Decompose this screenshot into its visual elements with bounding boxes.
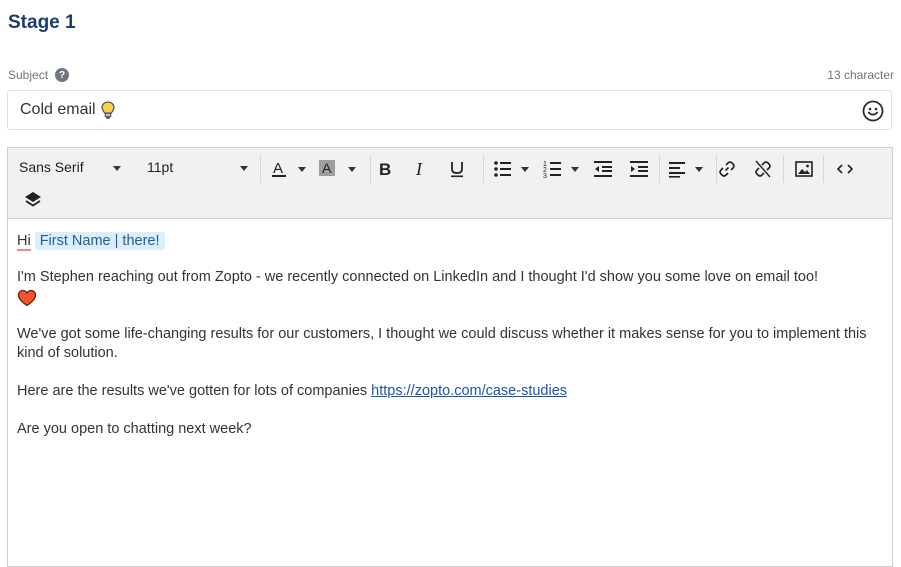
case-studies-text: Here are the results we've gotten for lo… [17, 383, 372, 399]
smiley-icon[interactable] [862, 100, 884, 122]
divider [370, 155, 371, 183]
heart-line [17, 289, 883, 308]
paragraph-case-studies: Here are the results we've gotten for lo… [17, 382, 883, 401]
font-family-select[interactable]: Sans Serif [19, 159, 129, 175]
bullet-list-button[interactable] [492, 159, 532, 179]
svg-text:3: 3 [543, 173, 547, 179]
link-button[interactable] [717, 159, 737, 179]
bullet-list-icon [494, 161, 529, 177]
paragraph-question: Are you open to chatting next week? [17, 421, 252, 437]
code-view-button[interactable] [835, 159, 855, 179]
underline-button[interactable] [447, 159, 467, 179]
unlink-icon [755, 160, 771, 178]
align-button[interactable] [668, 159, 708, 179]
chevron-down-icon [240, 166, 248, 171]
font-family-value: Sans Serif [19, 159, 84, 175]
bold-icon: B [379, 160, 391, 179]
svg-text:B: B [379, 160, 391, 179]
subject-input[interactable]: Cold email [7, 90, 892, 130]
svg-text:A: A [273, 160, 283, 177]
outdent-icon [594, 161, 612, 177]
paragraph-results: We've got some life-changing results for… [17, 326, 867, 361]
font-color-button[interactable]: A [270, 159, 308, 179]
editor-toolbar: Sans Serif 11pt A A B I 1 2 3 [8, 148, 892, 219]
greeting-hi: Hi [17, 233, 31, 251]
divider [260, 155, 261, 183]
light-bulb-icon [101, 100, 115, 120]
svg-text:A: A [322, 160, 332, 176]
first-name-merge-tag[interactable]: First Name | there! [34, 232, 165, 250]
font-color-icon: A [272, 160, 306, 177]
underline-icon [451, 162, 463, 178]
indent-button[interactable] [629, 159, 649, 179]
numbered-list-button[interactable]: 1 2 3 [542, 159, 582, 179]
numbered-list-icon: 1 2 3 [543, 161, 579, 179]
help-icon[interactable]: ? [55, 68, 70, 82]
font-size-select[interactable]: 11pt [147, 159, 248, 175]
align-left-icon [669, 162, 703, 178]
divider [823, 155, 824, 183]
divider [783, 155, 784, 183]
image-icon [795, 161, 813, 177]
paragraph-intro: I'm Stephen reaching out from Zopto - we… [17, 269, 819, 285]
italic-icon: I [415, 159, 423, 179]
divider [659, 155, 660, 183]
code-icon [836, 164, 854, 174]
background-color-button[interactable]: A [318, 159, 358, 179]
svg-text:I: I [415, 159, 423, 179]
greeting-line: Hi First Name | there! [17, 232, 883, 251]
email-editor: Sans Serif 11pt A A B I 1 2 3 Hi First N… [7, 147, 893, 567]
email-body[interactable]: Hi First Name | there! I'm Stephen reachi… [8, 219, 892, 439]
unlink-button[interactable] [753, 159, 773, 179]
image-button[interactable] [794, 159, 814, 179]
subject-value: Cold email [20, 101, 96, 118]
character-count: 13 character [827, 68, 894, 82]
italic-button[interactable]: I [411, 159, 431, 179]
page-title: Stage 1 [8, 12, 76, 33]
background-color-icon: A [319, 160, 356, 176]
heart-icon [17, 289, 37, 313]
link-icon [719, 161, 735, 177]
subject-label: Subject [8, 68, 49, 82]
font-size-value: 11pt [147, 159, 174, 175]
divider [483, 155, 484, 183]
layers-icon [25, 192, 41, 207]
layers-button[interactable] [23, 190, 43, 210]
bold-button[interactable]: B [375, 159, 395, 179]
indent-icon [630, 161, 648, 177]
case-studies-link[interactable]: https://zopto.com/case-studies [371, 383, 567, 399]
outdent-button[interactable] [593, 159, 613, 179]
subject-label-row: Subject ? [8, 68, 70, 82]
chevron-down-icon [113, 166, 121, 171]
